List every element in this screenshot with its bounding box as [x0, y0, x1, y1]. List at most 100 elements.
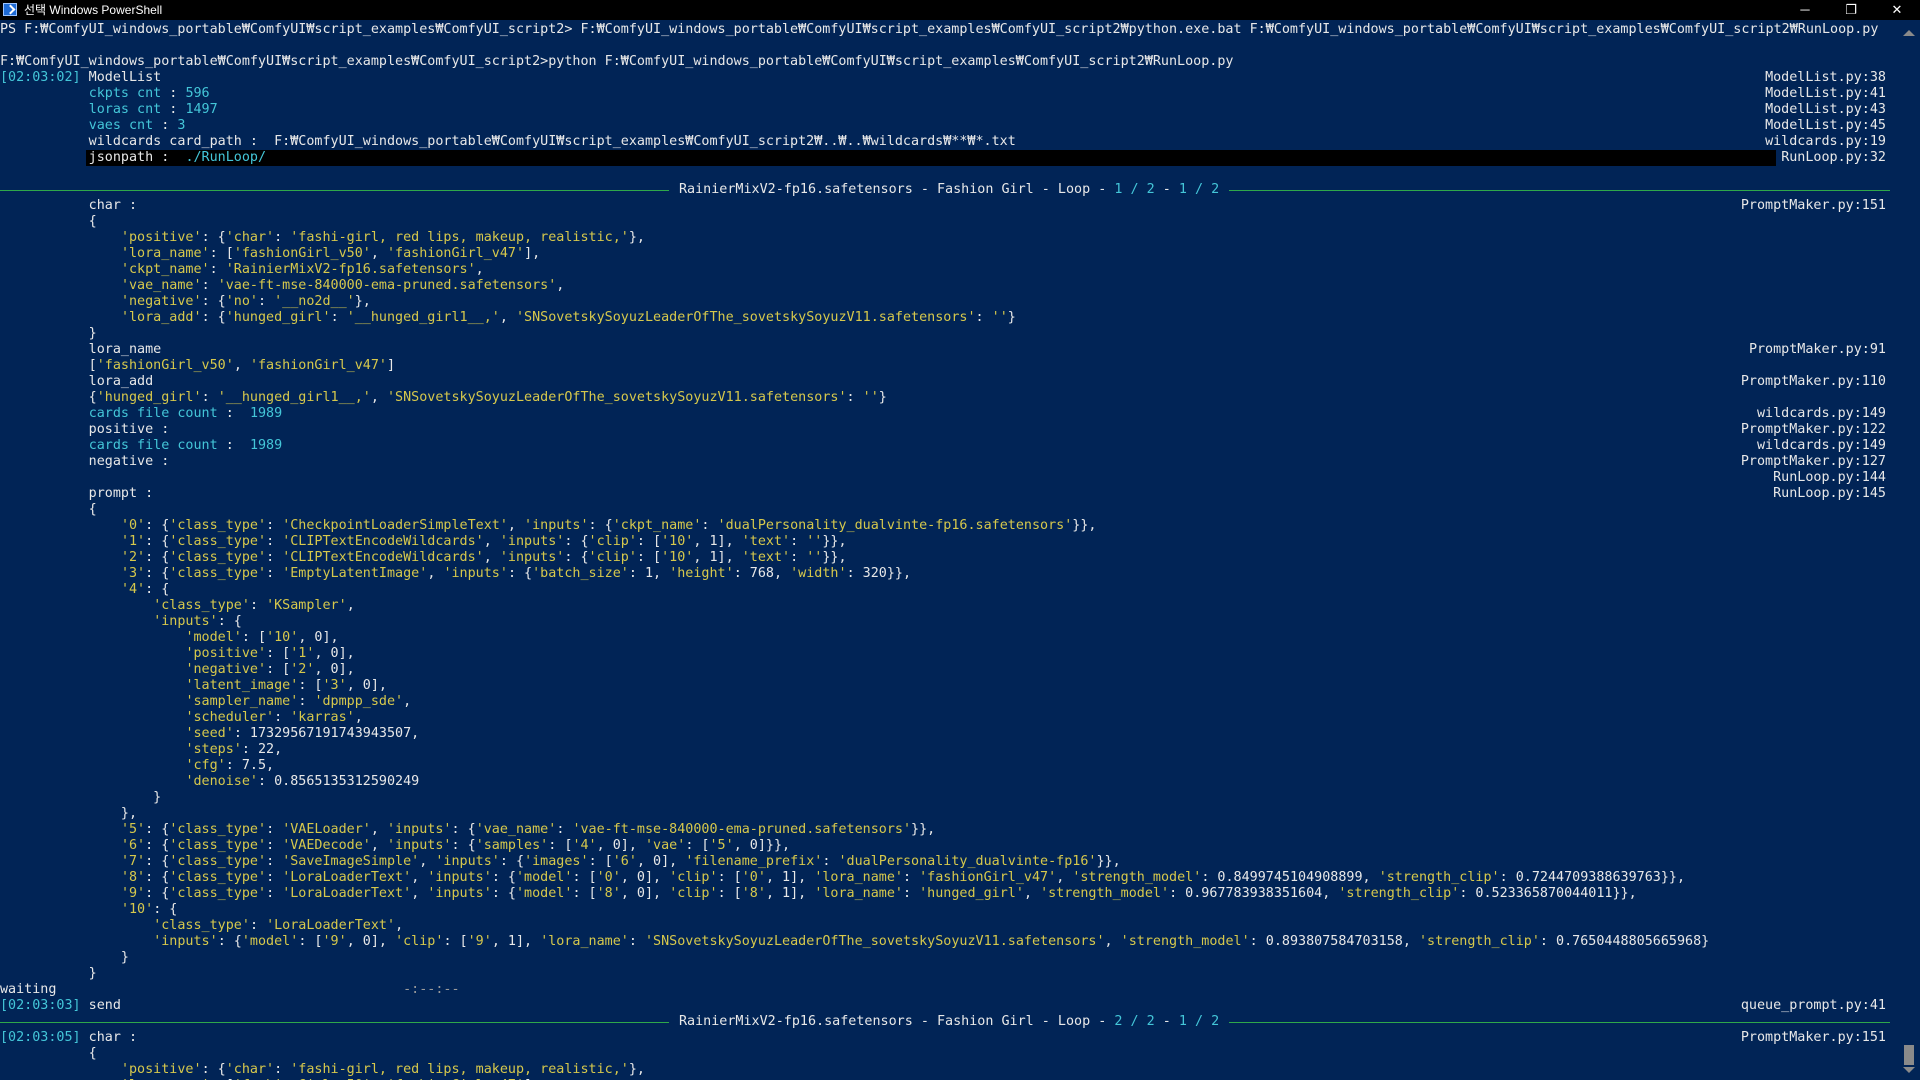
text-segment: :: [298, 694, 315, 709]
console-output[interactable]: PS F:₩ComfyUI_windows_portable₩ComfyUI₩s…: [0, 20, 1898, 1080]
text-segment: }},: [822, 534, 847, 549]
text-segment: , 1],: [765, 870, 815, 885]
text-segment: '10': [266, 630, 299, 645]
console-line: 'lora_name': ['fashionGirl_v50', 'fashio…: [0, 246, 540, 262]
text-segment: 'scheduler': [185, 710, 275, 725]
text-segment: : [: [717, 886, 742, 901]
text-segment: '1': [120, 534, 146, 549]
text-segment: 'strength_clip': [1418, 934, 1540, 949]
text-segment: 'EmptyLatentImage': [282, 566, 428, 581]
text-segment: lora_add: [0, 374, 154, 389]
text-segment: 'hunged_girl': [225, 310, 331, 325]
text-segment: : {: [145, 582, 170, 597]
text-segment: :: [258, 294, 275, 309]
text-segment: 'sampler_name': [185, 694, 299, 709]
text-segment: loras cnt: [88, 102, 162, 117]
text-segment: 'inputs': [387, 822, 452, 837]
console-line: ['fashionGirl_v50', 'fashionGirl_v47']: [0, 358, 395, 374]
text-segment: '': [806, 534, 823, 549]
text-segment: 'strength_model': [1072, 870, 1202, 885]
console-line: {'hunged_girl': '__hunged_girl1__,', 'SN…: [0, 390, 887, 406]
text-segment: '10': [120, 902, 154, 917]
console-line: '1': {'class_type': 'CLIPTextEncodeWildc…: [0, 534, 847, 550]
text-segment: /: [1130, 1014, 1139, 1029]
text-segment: '6': [120, 838, 146, 853]
restore-button[interactable]: ❐: [1828, 0, 1874, 20]
text-segment: [0, 118, 89, 133]
text-segment: , 0]}},: [733, 838, 791, 853]
text-segment: 'class_type': [169, 822, 267, 837]
text-segment: },: [628, 1062, 645, 1077]
text-segment: : 0.7650448805665968}: [1539, 934, 1710, 949]
text-segment: '9': [120, 886, 146, 901]
text-segment: cards file count: [88, 438, 218, 453]
text-segment: : {: [145, 886, 170, 901]
text-segment: [1187, 1014, 1195, 1029]
text-segment: 'clip': [395, 934, 444, 949]
text-segment: 'vae_name': [120, 278, 202, 293]
text-segment: [0, 742, 185, 757]
console-line: negative :: [0, 454, 170, 470]
text-segment: :: [161, 102, 186, 117]
text-segment: : 17329567191743943507,: [233, 726, 420, 741]
text-segment: 'samples': [475, 838, 549, 853]
text-segment: : 0.8565135312590249: [258, 774, 420, 789]
separator-rule-right: [1229, 1022, 1890, 1023]
text-segment: 'inputs': [427, 870, 492, 885]
console-line: positive :: [0, 422, 170, 438]
text-segment: : {: [451, 822, 476, 837]
text-segment: :: [274, 1062, 291, 1077]
text-segment: '4': [572, 838, 597, 853]
close-button[interactable]: ✕: [1874, 0, 1920, 20]
text-segment: 'SNSovetskySoyuzLeaderOfThe_sovetskySoyu…: [645, 934, 1105, 949]
text-segment: 'fashionGirl_v47': [387, 246, 525, 261]
console-line: 'positive': {'char': 'fashi-girl, red li…: [0, 1062, 645, 1078]
text-segment: :: [274, 710, 291, 725]
text-segment: 'images': [524, 854, 589, 869]
text-segment: 'char': [225, 230, 275, 245]
text-segment: : {: [145, 838, 170, 853]
text-segment: : 0.893807584703158,: [1249, 934, 1419, 949]
text-segment: [0, 822, 121, 837]
scroll-down-icon[interactable]: [1903, 1067, 1915, 1073]
text-segment: : [: [241, 630, 267, 645]
title-bar[interactable]: 선택 Windows PowerShell ─ ❐ ✕: [0, 0, 1920, 20]
text-segment: 'inputs': [524, 518, 589, 533]
text-segment: : {: [145, 854, 170, 869]
text-segment: }},: [822, 550, 847, 565]
vertical-scrollbar[interactable]: [1898, 20, 1920, 1080]
text-segment: 2: [1146, 1014, 1155, 1029]
text-segment: : [: [588, 854, 613, 869]
scroll-up-icon[interactable]: [1903, 30, 1915, 36]
log-source: RunLoop.py:32: [1781, 150, 1886, 165]
text-segment: wildcards card_path : F:₩ComfyUI_windows…: [0, 134, 1016, 149]
text-segment: '': [991, 310, 1008, 325]
text-segment: 'height': [669, 566, 734, 581]
text-segment: 'dualPersonality_dualvinte-fp16': [838, 854, 1097, 869]
text-segment: :: [201, 390, 218, 405]
text-segment: : {: [145, 534, 170, 549]
text-segment: [0, 678, 185, 693]
text-segment: :: [201, 278, 218, 293]
text-segment: 'class_type': [169, 566, 267, 581]
minimize-button[interactable]: ─: [1782, 0, 1828, 20]
log-source: PromptMaker.py:110: [1740, 374, 1886, 389]
console-line: '5': {'class_type': 'VAELoader', 'inputs…: [0, 822, 935, 838]
text-segment: [0, 934, 153, 949]
text-segment: 'hunged_girl': [919, 886, 1024, 901]
console-line: '9': {'class_type': 'LoraLoaderText', 'i…: [0, 886, 1637, 902]
text-segment: [: [0, 358, 97, 373]
text-segment: 'SaveImageSimple': [282, 854, 420, 869]
text-segment: ,: [370, 246, 387, 261]
console-line: cards file count : 1989: [0, 406, 283, 422]
text-segment: [0, 662, 185, 677]
text-segment: 'VAELoader': [282, 822, 371, 837]
separator-rule-left: [0, 1022, 669, 1023]
text-segment: ,: [403, 694, 412, 709]
text-segment: ,: [370, 838, 387, 853]
text-segment: ,: [411, 870, 428, 885]
scroll-thumb[interactable]: [1904, 1045, 1914, 1065]
text-segment: , 0],: [636, 854, 686, 869]
text-segment: 'CLIPTextEncodeWildcards': [282, 550, 484, 565]
console-line: lora_add: [0, 374, 154, 390]
